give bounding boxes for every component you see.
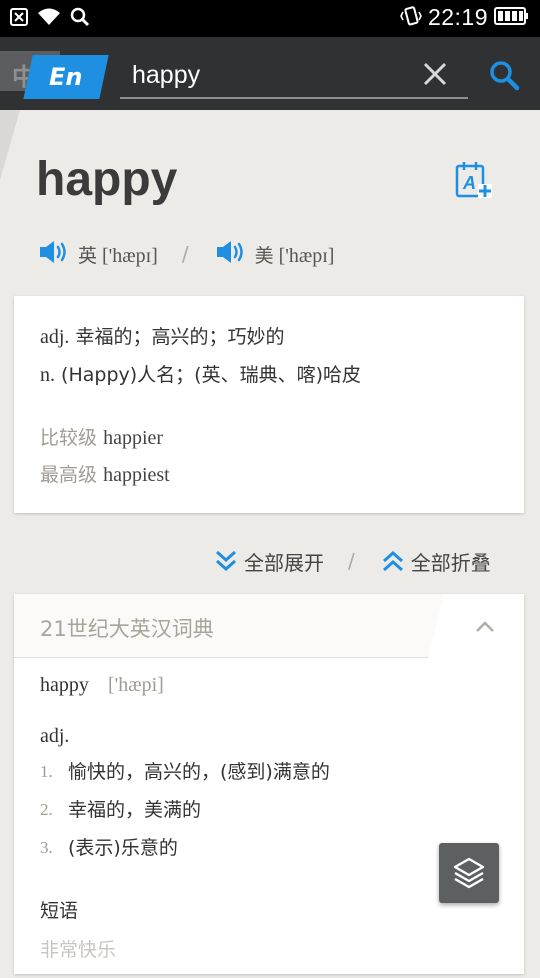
entry-pos: adj. xyxy=(40,725,70,747)
sense-number: 2. xyxy=(40,800,53,819)
expand-collapse-controls: 全部展开 / 全部折叠 xyxy=(214,544,491,578)
speaker-icon[interactable] xyxy=(215,239,247,269)
entry-heading: happy ['hæpi] xyxy=(40,674,498,697)
lang-en-tab[interactable]: En xyxy=(23,55,109,99)
sense-number: 1. xyxy=(40,762,53,781)
phrases-heading: 短语 xyxy=(40,900,79,922)
pron-uk-phonetic: ['hæpɪ] xyxy=(102,244,158,267)
sense-text: 幸福的，美满的 xyxy=(68,799,202,821)
battery-icon xyxy=(494,6,530,30)
sense-item: 2. 幸福的，美满的 xyxy=(40,796,498,824)
sense-item: 3. (表示)乐意的 xyxy=(40,834,498,862)
sense-text: 愉快的，高兴的，(感到)满意的 xyxy=(68,761,330,783)
chevron-up-icon[interactable] xyxy=(474,616,496,638)
language-switch[interactable]: 中 En xyxy=(0,51,110,101)
pron-uk-region: 英 xyxy=(78,244,98,267)
search-icon xyxy=(490,61,520,91)
add-to-wordbook-icon[interactable]: A xyxy=(454,160,492,200)
entry-word: happy xyxy=(40,674,89,696)
word-form-superlative: 最高级 happiest xyxy=(40,457,498,494)
dictionary-card: 21世纪大英汉词典 happy ['hæpi] adj. 1. 愉快的，高兴的，… xyxy=(14,594,524,974)
word-form-label: 比较级 xyxy=(40,427,98,449)
double-chevron-down-icon xyxy=(216,550,236,572)
definition-line: adj. 幸福的；高兴的；巧妙的 xyxy=(40,318,498,356)
lang-en-label: En xyxy=(49,63,83,91)
word-form-value[interactable]: happiest xyxy=(103,464,170,486)
search-icon xyxy=(70,7,90,31)
speaker-icon[interactable] xyxy=(38,239,70,269)
pron-uk-text: 英 ['hæpɪ] xyxy=(78,241,158,268)
word-forms: 比较级 happier 最高级 happiest xyxy=(40,420,498,494)
clock: 22:19 xyxy=(427,4,488,30)
pron-separator: / xyxy=(181,242,189,266)
dictionary-card-header[interactable]: 21世纪大英汉词典 xyxy=(14,594,524,658)
collapse-all-button[interactable]: 全部折叠 xyxy=(381,547,491,576)
phrase-item-partial: 非常快乐 xyxy=(40,939,117,961)
wifi-icon xyxy=(37,8,61,30)
sense-item: 1. 愉快的，高兴的，(感到)满意的 xyxy=(40,758,498,786)
layers-button[interactable] xyxy=(439,843,499,903)
expand-separator: / xyxy=(348,549,355,573)
headword: happy xyxy=(36,153,178,206)
svg-text:A: A xyxy=(462,173,476,193)
double-chevron-up-icon xyxy=(382,550,403,572)
pron-us-text: 美 ['hæpɪ] xyxy=(255,241,335,268)
layers-icon xyxy=(453,857,485,889)
search-field xyxy=(120,51,468,99)
definition-pos: adj. xyxy=(40,326,70,348)
word-form-value[interactable]: happier xyxy=(103,427,163,449)
sense-text: (表示)乐意的 xyxy=(68,837,178,859)
pron-us-region: 美 xyxy=(254,244,274,267)
pron-us-phonetic: ['hæpɪ] xyxy=(278,244,335,267)
notification-close-icon xyxy=(10,8,28,30)
dictionary-card-body: happy ['hæpi] adj. 1. 愉快的，高兴的，(感到)满意的 2.… xyxy=(14,658,524,978)
word-form-comparative: 比较级 happier xyxy=(40,420,498,457)
status-bar: 22:19 xyxy=(0,0,540,37)
word-form-label: 最高级 xyxy=(40,464,98,486)
search-button[interactable] xyxy=(488,59,520,91)
pron-uk[interactable]: 英 ['hæpɪ] xyxy=(38,239,158,269)
expand-all-button[interactable]: 全部展开 xyxy=(214,547,324,576)
definition-text: (Happy)人名；(英、瑞典、喀)哈皮 xyxy=(61,364,361,386)
search-input[interactable] xyxy=(132,57,402,93)
definition-pos: n. xyxy=(40,364,55,386)
expand-all-label: 全部展开 xyxy=(244,550,324,575)
page-corner-decoration xyxy=(0,110,20,180)
sense-number: 3. xyxy=(40,838,53,857)
pronunciation-row: 英 ['hæpɪ] / 美 ['hæpɪ] xyxy=(38,236,518,272)
definition-text: 幸福的；高兴的；巧妙的 xyxy=(75,326,285,348)
search-bar: 中 En xyxy=(0,37,540,110)
basic-definition-card: adj. 幸福的；高兴的；巧妙的 n. (Happy)人名；(英、瑞典、喀)哈皮… xyxy=(14,296,524,513)
entry-phonetic: ['hæpi] xyxy=(107,674,164,696)
definition-line: n. (Happy)人名；(英、瑞典、喀)哈皮 xyxy=(40,356,498,394)
close-icon[interactable] xyxy=(422,61,448,87)
pron-us[interactable]: 美 ['hæpɪ] xyxy=(215,239,335,269)
vibrate-icon xyxy=(400,5,422,31)
dictionary-title: 21世纪大英汉词典 xyxy=(40,617,214,641)
collapse-all-label: 全部折叠 xyxy=(410,550,491,575)
